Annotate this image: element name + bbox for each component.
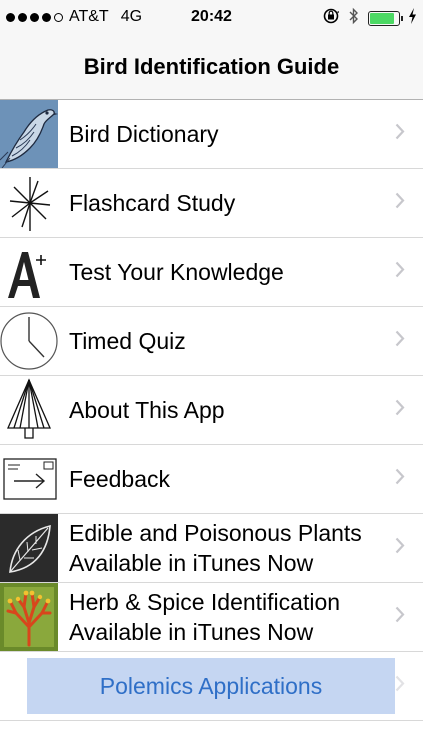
battery-icon [368, 11, 403, 26]
orientation-lock-icon [322, 7, 340, 30]
menu-item-label: Timed Quiz [69, 328, 186, 354]
chevron-right-icon [395, 468, 405, 490]
menu-item-feedback[interactable]: Feedback [0, 445, 423, 514]
chevron-right-icon [395, 261, 405, 283]
polemics-applications-button[interactable]: Polemics Applications [27, 658, 395, 714]
menu-item-label: About This App [69, 397, 225, 423]
menu-item-label-line1: Herb & Spice Identification [69, 589, 341, 615]
menu-list: Bird Dictionary Flashcard Study Test You… [0, 100, 423, 721]
menu-item-label: Bird Dictionary [69, 121, 219, 147]
status-bar: AT&T 4G 20:42 [0, 0, 423, 34]
menu-item-about-this-app[interactable]: About This App [0, 376, 423, 445]
page-title: Bird Identification Guide [83, 54, 340, 79]
chevron-right-icon [395, 537, 405, 559]
menu-item-edible-poisonous-plants[interactable]: Edible and Poisonous Plants Available in… [0, 514, 423, 583]
navigation-bar: Bird Identification Guide [0, 34, 423, 100]
chevron-right-icon [395, 330, 405, 352]
menu-item-bird-dictionary[interactable]: Bird Dictionary [0, 100, 423, 169]
menu-item-label: Feedback [69, 466, 171, 492]
starburst-icon [0, 169, 58, 237]
menu-item-label: Flashcard Study [69, 190, 236, 216]
menu-item-label: Herb & Spice Identification Available in… [69, 587, 383, 647]
envelope-arrow-icon [0, 445, 58, 513]
chevron-right-icon [395, 123, 405, 145]
pyramid-tree-icon [0, 376, 58, 444]
chevron-right-icon [395, 675, 405, 697]
chevron-right-icon [395, 606, 405, 628]
menu-item-label: Edible and Poisonous Plants Available in… [69, 518, 383, 578]
coral-herb-icon [0, 583, 58, 651]
clock-icon [0, 307, 58, 375]
menu-item-label-line2: Available in iTunes Now [69, 619, 314, 645]
leaf-icon [0, 514, 58, 582]
menu-item-timed-quiz[interactable]: Timed Quiz [0, 307, 423, 376]
menu-item-herb-spice-identification[interactable]: Herb & Spice Identification Available in… [0, 583, 423, 652]
menu-item-label-line2: Available in iTunes Now [69, 550, 314, 576]
a-plus-icon [0, 238, 58, 306]
menu-item-flashcard-study[interactable]: Flashcard Study [0, 169, 423, 238]
chevron-right-icon [395, 192, 405, 214]
menu-item-label-line1: Edible and Poisonous Plants [69, 520, 362, 546]
polemics-button-row: Polemics Applications [0, 652, 423, 721]
charging-icon [408, 8, 417, 29]
chevron-right-icon [395, 399, 405, 421]
menu-item-label: Test Your Knowledge [69, 259, 284, 285]
status-right [322, 7, 417, 30]
bird-sketch-icon [0, 100, 58, 168]
bluetooth-icon [348, 7, 360, 30]
menu-item-test-your-knowledge[interactable]: Test Your Knowledge [0, 238, 423, 307]
